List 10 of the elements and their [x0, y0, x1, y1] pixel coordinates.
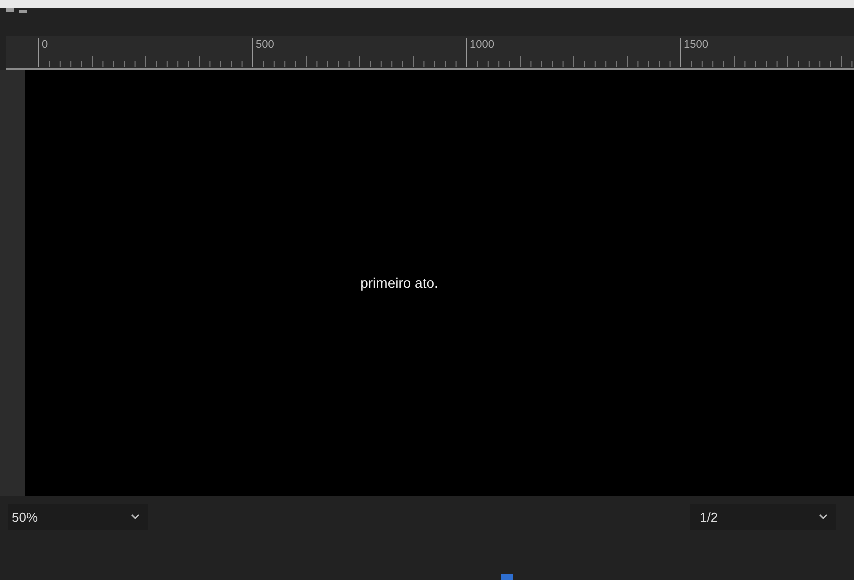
zoom-dropdown[interactable]: 50%: [8, 504, 148, 530]
resolution-dropdown[interactable]: 1/2: [690, 504, 836, 530]
chevron-icon: [131, 514, 140, 520]
ruler-label: 500: [256, 39, 274, 51]
ruler-label: 0: [42, 39, 48, 51]
ruler-label: 1000: [470, 39, 494, 51]
chevron-icon: [819, 514, 828, 520]
ruler[interactable]: 0 500 1000 1500: [6, 36, 854, 70]
caption-text: primeiro ato.: [360, 275, 438, 291]
ruler-label: 1500: [684, 39, 708, 51]
